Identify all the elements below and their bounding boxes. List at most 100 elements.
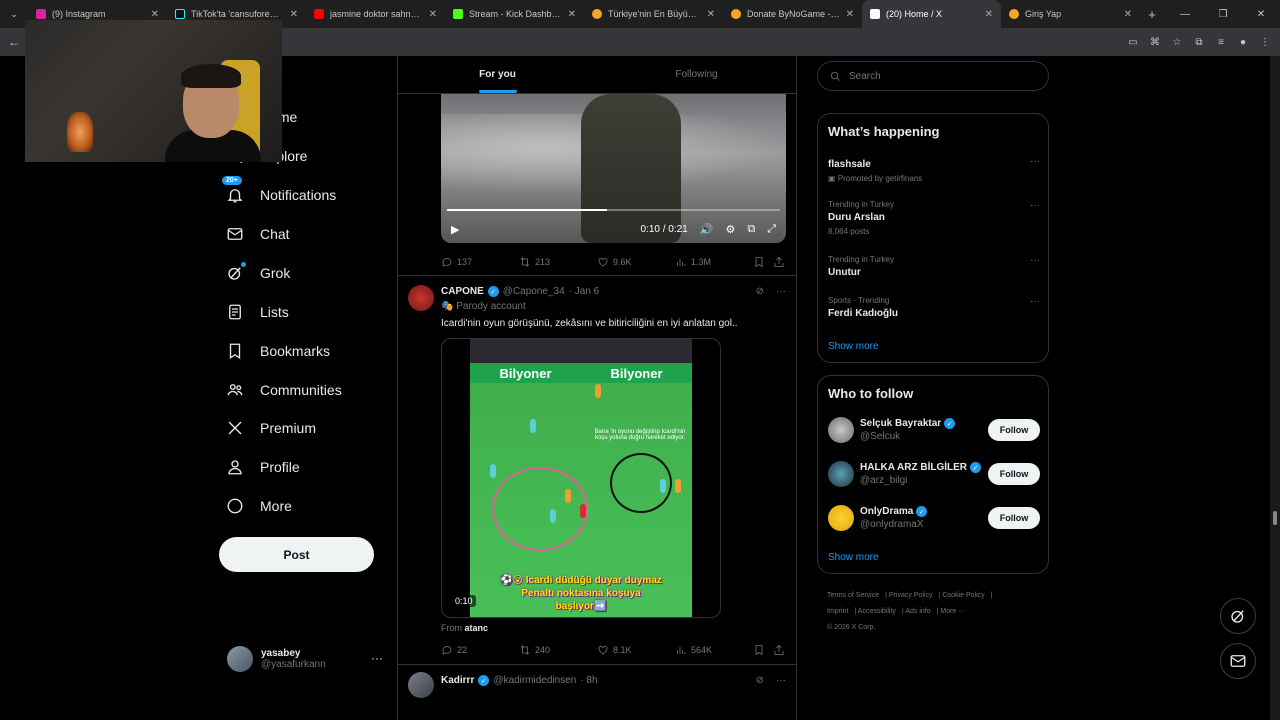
repost-button[interactable]: 213 <box>519 256 597 268</box>
close-tab-icon[interactable]: ✕ <box>985 9 993 20</box>
close-tab-icon[interactable]: ✕ <box>707 9 715 20</box>
follow-button[interactable]: Follow <box>988 463 1040 485</box>
more-dots-icon[interactable]: ··· <box>776 286 786 297</box>
nav-notifications[interactable]: 20+ Notifications <box>222 176 336 204</box>
footer-link[interactable]: Imprint <box>827 608 848 615</box>
browser-tab-kick[interactable]: Stream - Kick Dashboard ✕ <box>445 0 584 28</box>
gear-icon[interactable]: ⚙ <box>725 223 735 236</box>
nav-premium[interactable]: Premium <box>226 419 316 437</box>
share-button[interactable] <box>773 644 785 656</box>
nav-bookmarks[interactable]: Bookmarks <box>226 342 330 360</box>
tweet-date[interactable]: · 8h <box>580 675 597 686</box>
close-tab-icon[interactable]: ✕ <box>429 9 437 20</box>
close-tab-icon[interactable]: ✕ <box>290 9 298 20</box>
maximize-icon[interactable]: ❐ <box>1204 0 1242 28</box>
play-icon[interactable]: ▶ <box>451 223 459 236</box>
more-dots-icon[interactable]: ··· <box>1030 156 1040 167</box>
scrollbar-thumb[interactable] <box>1273 511 1277 525</box>
more-dots-icon[interactable]: ··· <box>1030 296 1040 307</box>
browser-tab-donate[interactable]: Donate ByNoGame - Gele ✕ <box>723 0 862 28</box>
account-switcher[interactable]: yasabey @yasafurkann ··· <box>227 643 387 675</box>
nav-communities[interactable]: Communities <box>226 381 342 399</box>
video-player[interactable]: ▶ 0:10 / 0:21 🔊 ⚙ ⧉ ⤢ <box>441 94 786 243</box>
browser-menu-icon[interactable]: ⋮ <box>1256 37 1274 48</box>
avatar[interactable] <box>408 285 434 311</box>
close-tab-icon[interactable]: ✕ <box>846 9 854 20</box>
search-input[interactable]: Search <box>817 61 1049 91</box>
follow-suggestion[interactable]: Selçuk Bayraktar ✓ @Selcuk Follow <box>828 415 1040 445</box>
tweet-author-handle[interactable]: @Capone_34 <box>503 286 565 297</box>
more-dots-icon[interactable]: ··· <box>1030 200 1040 211</box>
footer-link[interactable]: Privacy Policy <box>889 592 933 599</box>
browser-tab-oyun[interactable]: Türkiye'nin En Büyük Oyu ✕ <box>584 0 723 28</box>
reply-button[interactable]: 137 <box>441 256 519 268</box>
trend-item[interactable]: Sports · Trending Ferdi Kadıoğlu ··· <box>828 296 1040 319</box>
repost-button[interactable]: 240 <box>519 644 597 656</box>
translate-icon[interactable]: ⌘ <box>1146 37 1164 48</box>
more-dots-icon[interactable]: ··· <box>776 675 786 686</box>
from-user-link[interactable]: atanc <box>465 623 489 633</box>
views-button[interactable]: 1.3M <box>675 256 753 268</box>
nav-chat[interactable]: Chat <box>226 225 290 243</box>
footer-link[interactable]: Accessibility <box>858 608 896 615</box>
views-button[interactable]: 564K <box>675 644 753 656</box>
tab-following[interactable]: Following <box>597 56 796 93</box>
tweet-author-name[interactable]: CAPONE <box>441 286 484 297</box>
footer-link[interactable]: Ads info <box>905 608 930 615</box>
reply-button[interactable]: 22 <box>441 644 519 656</box>
tab-for-you[interactable]: For you <box>398 56 597 93</box>
more-dots-icon[interactable]: ··· <box>1030 255 1040 266</box>
tweet-video[interactable]: Bilyoner Bilyoner Bana 'in oyunu değişti… <box>441 338 721 618</box>
media-control-icon[interactable]: ≡ <box>1212 37 1230 48</box>
grok-floating-button[interactable] <box>1220 598 1256 634</box>
tweet-date[interactable]: · Jan 6 <box>569 286 600 297</box>
install-app-icon[interactable]: ▭ <box>1124 37 1142 48</box>
nav-grok[interactable]: Grok <box>226 262 290 282</box>
grok-icon[interactable]: ⊘ <box>756 286 764 297</box>
nav-more[interactable]: More <box>226 497 292 515</box>
grok-icon[interactable]: ⊘ <box>756 675 764 686</box>
browser-tab-login[interactable]: Giriş Yap ✕ <box>1001 0 1140 28</box>
fullscreen-icon[interactable]: ⤢ <box>767 223 776 236</box>
page-scrollbar[interactable] <box>1270 56 1280 720</box>
show-more-link[interactable]: Show more <box>828 341 879 352</box>
share-button[interactable] <box>773 256 785 268</box>
video-progress-bar[interactable] <box>447 209 780 211</box>
trend-item[interactable]: flashsale ▣ Promoted by getirfinans ··· <box>828 156 1040 183</box>
more-dots-icon[interactable]: ··· <box>371 651 383 665</box>
tweet-author-handle[interactable]: @kadirmidedinsen <box>493 675 576 686</box>
browser-tab-x-home[interactable]: (20) Home / X ✕ <box>862 0 1001 28</box>
follow-suggestion[interactable]: HALKA ARZ BİLGİLER ✓ @arz_bilgi Follow <box>828 459 1040 489</box>
avatar[interactable] <box>408 672 434 698</box>
tab-search-chevron-icon[interactable]: ⌄ <box>0 0 28 28</box>
extensions-icon[interactable]: ⧉ <box>1190 37 1208 48</box>
trend-item[interactable]: Trending in Turkey Duru Arslan 8,064 pos… <box>828 200 1040 236</box>
new-tab-plus-icon[interactable]: + <box>1140 7 1164 22</box>
nav-profile[interactable]: Profile <box>226 458 300 476</box>
trend-item[interactable]: Trending in Turkey Unutur ··· <box>828 255 1040 278</box>
bookmark-button[interactable] <box>753 256 773 268</box>
back-arrow-icon[interactable]: ← <box>0 35 28 49</box>
footer-link[interactable]: Terms of Service <box>827 592 879 599</box>
tweet-author-name[interactable]: Kadirrr <box>441 675 474 686</box>
footer-link[interactable]: Cookie Policy <box>942 592 984 599</box>
footer-link[interactable]: More ··· <box>940 608 965 615</box>
follow-button[interactable]: Follow <box>988 419 1040 441</box>
follow-suggestion[interactable]: OnlyDrama ✓ @onlydramaX Follow <box>828 503 1040 533</box>
close-tab-icon[interactable]: ✕ <box>1124 9 1132 20</box>
volume-icon[interactable]: 🔊 <box>700 223 714 236</box>
post-button[interactable]: Post <box>219 537 374 572</box>
minimize-icon[interactable]: — <box>1166 0 1204 28</box>
show-more-link[interactable]: Show more <box>828 552 879 563</box>
bookmark-star-icon[interactable]: ☆ <box>1168 37 1186 48</box>
follow-button[interactable]: Follow <box>988 507 1040 529</box>
close-tab-icon[interactable]: ✕ <box>151 9 159 20</box>
like-button[interactable]: 9.6K <box>597 256 675 268</box>
profile-avatar-icon[interactable]: ● <box>1234 37 1252 48</box>
messages-floating-button[interactable] <box>1220 643 1256 679</box>
nav-lists[interactable]: Lists <box>226 303 289 321</box>
close-window-icon[interactable]: ✕ <box>1242 0 1280 28</box>
close-tab-icon[interactable]: ✕ <box>568 9 576 20</box>
bookmark-button[interactable] <box>753 644 773 656</box>
like-button[interactable]: 8.1K <box>597 644 675 656</box>
